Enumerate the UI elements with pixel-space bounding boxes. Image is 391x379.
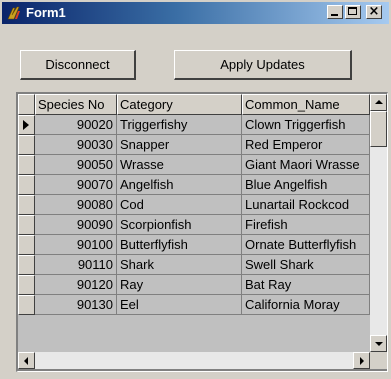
column-header-species-no[interactable]: Species No [35, 94, 117, 115]
cell-common-name[interactable]: Giant Maori Wrasse [242, 155, 370, 175]
cell-category[interactable]: Ray [117, 275, 242, 295]
apply-updates-button[interactable]: Apply Updates [174, 50, 352, 80]
cell-common-name[interactable]: Firefish [242, 215, 370, 235]
cell-species-no[interactable]: 90100 [35, 235, 117, 255]
table-row[interactable]: 90100 Butterflyfish Ornate Butterflyfish [18, 235, 370, 255]
title-bar[interactable]: Form1 × [2, 2, 389, 24]
scrollbar-corner [370, 352, 387, 369]
column-header-category[interactable]: Category [117, 94, 242, 115]
current-row-arrow-icon [23, 120, 29, 130]
row-indicator[interactable] [18, 275, 35, 295]
scroll-down-button[interactable] [370, 335, 387, 352]
cell-species-no[interactable]: 90090 [35, 215, 117, 235]
cell-category[interactable]: Snapper [117, 135, 242, 155]
scroll-left-button[interactable] [18, 352, 35, 369]
cell-species-no[interactable]: 90080 [35, 195, 117, 215]
data-grid[interactable]: Species No Category Common_Name 90020 Tri… [16, 92, 388, 372]
scroll-up-button[interactable] [370, 94, 387, 111]
table-row[interactable]: 90120 Ray Bat Ray [18, 275, 370, 295]
arrow-up-icon [375, 100, 383, 104]
cell-common-name[interactable]: Swell Shark [242, 255, 370, 275]
scroll-right-button[interactable] [353, 352, 370, 369]
cell-species-no[interactable]: 90070 [35, 175, 117, 195]
row-indicator[interactable] [18, 195, 35, 215]
arrow-right-icon [360, 357, 364, 365]
row-indicator[interactable] [18, 215, 35, 235]
cell-category[interactable]: Cod [117, 195, 242, 215]
form-window: Form1 × Disconnect Apply Updates Species… [0, 0, 391, 379]
cell-common-name[interactable]: Lunartail Rockcod [242, 195, 370, 215]
close-button[interactable]: × [366, 4, 382, 19]
arrow-down-icon [375, 342, 383, 346]
cell-species-no[interactable]: 90050 [35, 155, 117, 175]
cell-species-no[interactable]: 90110 [35, 255, 117, 275]
table-row[interactable]: 90110 Shark Swell Shark [18, 255, 370, 275]
cell-category[interactable]: Scorpionfish [117, 215, 242, 235]
horizontal-scrollbar[interactable] [18, 352, 370, 369]
minimize-icon [331, 14, 338, 16]
cell-category[interactable]: Eel [117, 295, 242, 315]
cell-category[interactable]: Angelfish [117, 175, 242, 195]
table-row[interactable]: 90020 Triggerfishy Clown Triggerfish [18, 115, 370, 135]
row-indicator[interactable] [18, 115, 35, 135]
cell-category[interactable]: Butterflyfish [117, 235, 242, 255]
cell-species-no[interactable]: 90120 [35, 275, 117, 295]
column-header-common-name[interactable]: Common_Name [242, 94, 370, 115]
vertical-scrollbar[interactable] [370, 94, 387, 352]
table-row[interactable]: 90030 Snapper Red Emperor [18, 135, 370, 155]
row-indicator[interactable] [18, 255, 35, 275]
disconnect-button[interactable]: Disconnect [20, 50, 136, 80]
maximize-icon [348, 7, 357, 15]
minimize-button[interactable] [327, 5, 343, 19]
cell-common-name[interactable]: California Moray [242, 295, 370, 315]
vertical-scroll-thumb[interactable] [370, 111, 387, 147]
table-row[interactable]: 90080 Cod Lunartail Rockcod [18, 195, 370, 215]
app-icon [7, 6, 20, 20]
cell-category[interactable]: Shark [117, 255, 242, 275]
cell-common-name[interactable]: Clown Triggerfish [242, 115, 370, 135]
cell-species-no[interactable]: 90020 [35, 115, 117, 135]
maximize-button[interactable] [345, 5, 361, 19]
cell-common-name[interactable]: Red Emperor [242, 135, 370, 155]
cell-category[interactable]: Wrasse [117, 155, 242, 175]
table-row[interactable]: 90050 Wrasse Giant Maori Wrasse [18, 155, 370, 175]
close-icon: × [368, 4, 380, 19]
indicator-header [18, 94, 35, 115]
row-indicator[interactable] [18, 175, 35, 195]
cell-common-name[interactable]: Bat Ray [242, 275, 370, 295]
row-indicator[interactable] [18, 155, 35, 175]
row-indicator[interactable] [18, 295, 35, 315]
row-indicator[interactable] [18, 235, 35, 255]
arrow-left-icon [24, 357, 28, 365]
cell-common-name[interactable]: Ornate Butterflyfish [242, 235, 370, 255]
cell-species-no[interactable]: 90030 [35, 135, 117, 155]
cell-common-name[interactable]: Blue Angelfish [242, 175, 370, 195]
cell-category[interactable]: Triggerfishy [117, 115, 242, 135]
table-row[interactable]: 90090 Scorpionfish Firefish [18, 215, 370, 235]
window-title: Form1 [26, 5, 66, 20]
table-row[interactable]: 90130 Eel California Moray [18, 295, 370, 315]
table-row[interactable]: 90070 Angelfish Blue Angelfish [18, 175, 370, 195]
grid-body: Species No Category Common_Name 90020 Tri… [18, 94, 370, 352]
row-indicator[interactable] [18, 135, 35, 155]
cell-species-no[interactable]: 90130 [35, 295, 117, 315]
